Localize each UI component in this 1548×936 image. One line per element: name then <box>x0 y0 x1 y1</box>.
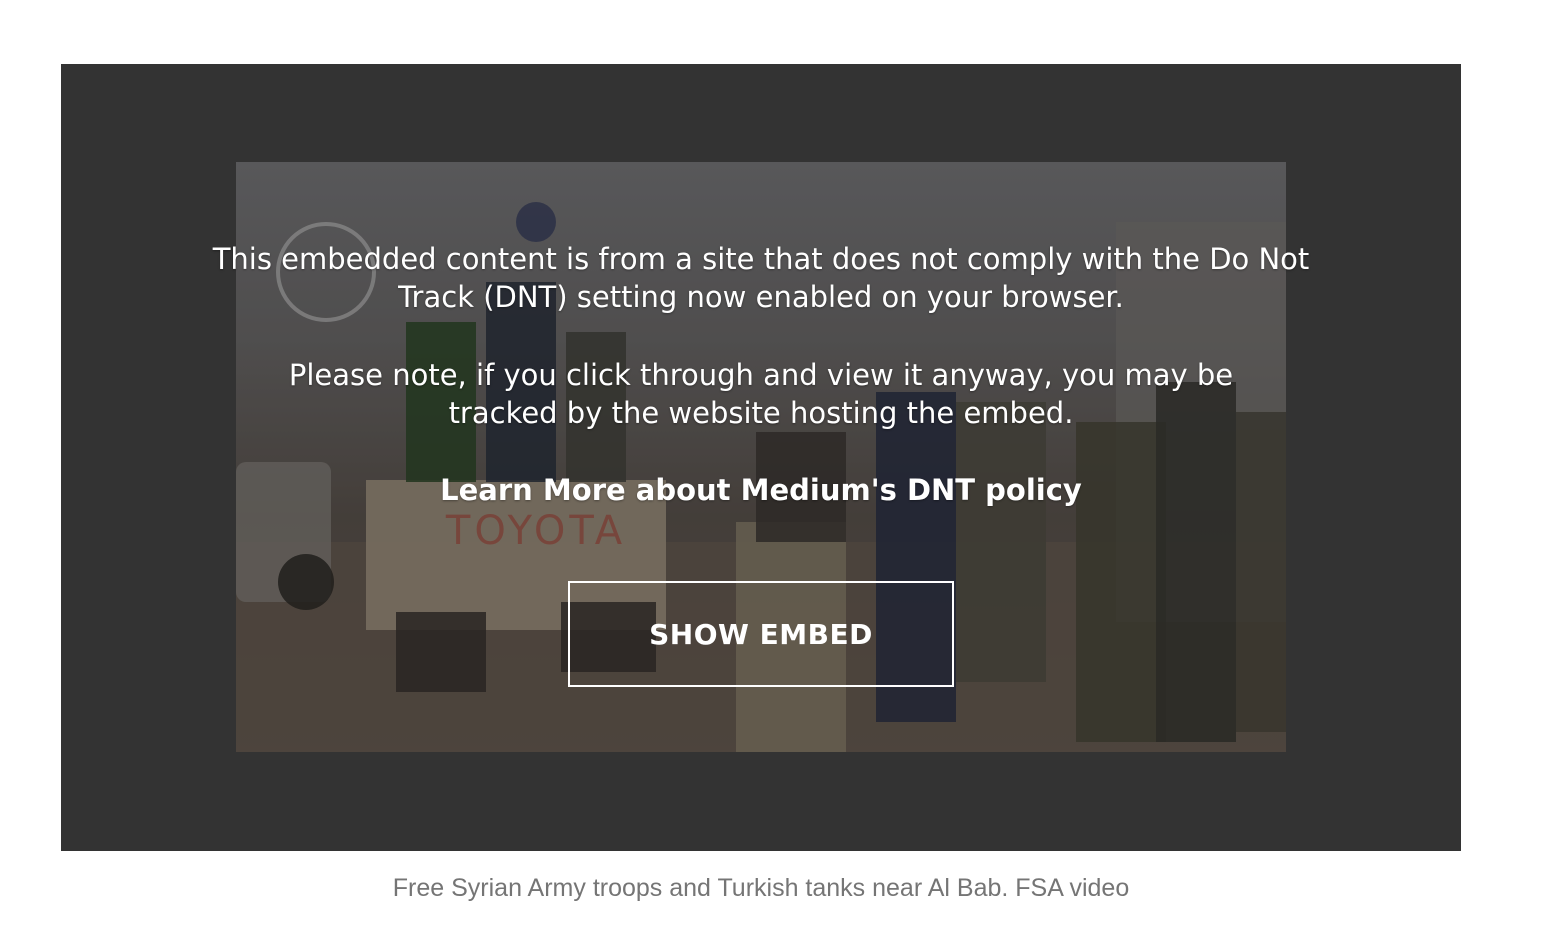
show-embed-label: SHOW EMBED <box>649 617 873 651</box>
figure-caption: Free Syrian Army troops and Turkish tank… <box>392 874 1130 902</box>
dnt-policy-link[interactable]: Learn More about Medium's DNT policy <box>61 471 1461 509</box>
show-embed-button[interactable]: SHOW EMBED <box>568 581 954 687</box>
thumbnail-truck-text: TOYOTA <box>445 508 626 554</box>
dnt-notice-text: This embedded content is from a site tha… <box>212 242 1310 314</box>
tracking-warning-text: Please note, if you click through and vi… <box>288 358 1234 430</box>
embed-container: TOYOTA This embedded content is from a s… <box>61 64 1461 851</box>
